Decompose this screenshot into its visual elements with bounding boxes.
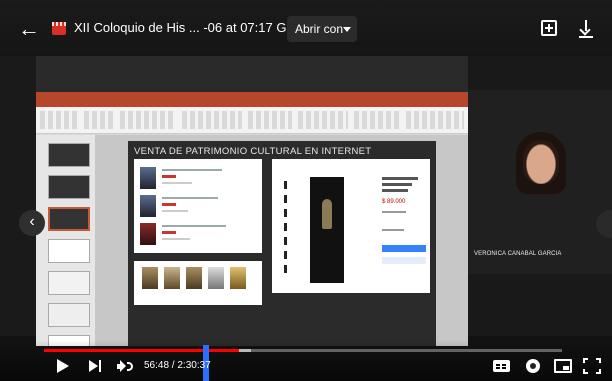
played-bar [44,349,240,352]
shared-screen-powerpoint: VENTA DE PATRIMONIO CULTURAL EN INTERNET… [36,92,468,346]
open-with-button[interactable]: Abrir con [287,16,357,42]
viewer-header: ← XII Coloquio de His ... -06 at 07:17 G… [0,0,612,56]
slide-thumbnail [48,143,90,167]
play-icon[interactable] [57,359,69,373]
slide-thumbnail [48,271,90,295]
product-photo [310,177,344,283]
slide-thumbnail [48,207,90,231]
fullscreen-icon[interactable] [583,358,601,374]
miniplayer-icon[interactable] [554,358,572,374]
drive-video-viewer: ← XII Coloquio de His ... -06 at 07:17 G… [0,0,612,381]
video-file-icon [52,22,66,35]
participant-name: VERONICA CANABAL GARCIA [474,251,562,257]
product-price: $ 89.000 [382,199,406,205]
slide-thumbnail [48,303,90,327]
slide-thumbnail [48,239,90,263]
download-icon[interactable] [574,16,600,42]
slide-editing-stage: VENTA DE PATRIMONIO CULTURAL EN INTERNET… [96,135,468,346]
captions-icon[interactable] [493,358,511,374]
slide-thumbnail [48,175,90,199]
back-arrow-icon[interactable]: ← [14,14,44,44]
drive-background-left [0,56,36,336]
slide-title: VENTA DE PATRIMONIO CULTURAL EN INTERNET [134,146,372,157]
marketplace-grid-screenshot [134,261,262,305]
search-results-screenshot [134,159,262,253]
current-slide: VENTA DE PATRIMONIO CULTURAL EN INTERNET… [128,141,436,346]
previous-file-button[interactable]: ‹ [19,210,45,236]
ppt-title-bar [36,92,468,100]
open-with-label: Abrir con [295,22,344,36]
volume-icon[interactable] [117,360,135,373]
chevron-down-icon [343,27,351,32]
participant-tile: VERONICA CANABAL GARCIA [468,90,612,274]
add-to-drive-icon[interactable] [537,16,563,42]
product-detail-screenshot: $ 89.000 [272,159,430,293]
progress-bar[interactable] [44,349,562,352]
file-title: XII Coloquio de His ... -06 at 07:17 GMT… [74,20,321,35]
time-display: 56:48 / 2:30:37 [144,360,211,371]
ppt-ribbon [36,107,468,134]
slide-thumbnails-pane [36,135,96,346]
ppt-ribbon-tabs [36,100,468,107]
video-player-surface[interactable]: VENTA DE PATRIMONIO CULTURAL EN INTERNET… [36,56,468,346]
next-icon[interactable] [89,360,103,372]
settings-gear-icon[interactable] [524,358,542,374]
